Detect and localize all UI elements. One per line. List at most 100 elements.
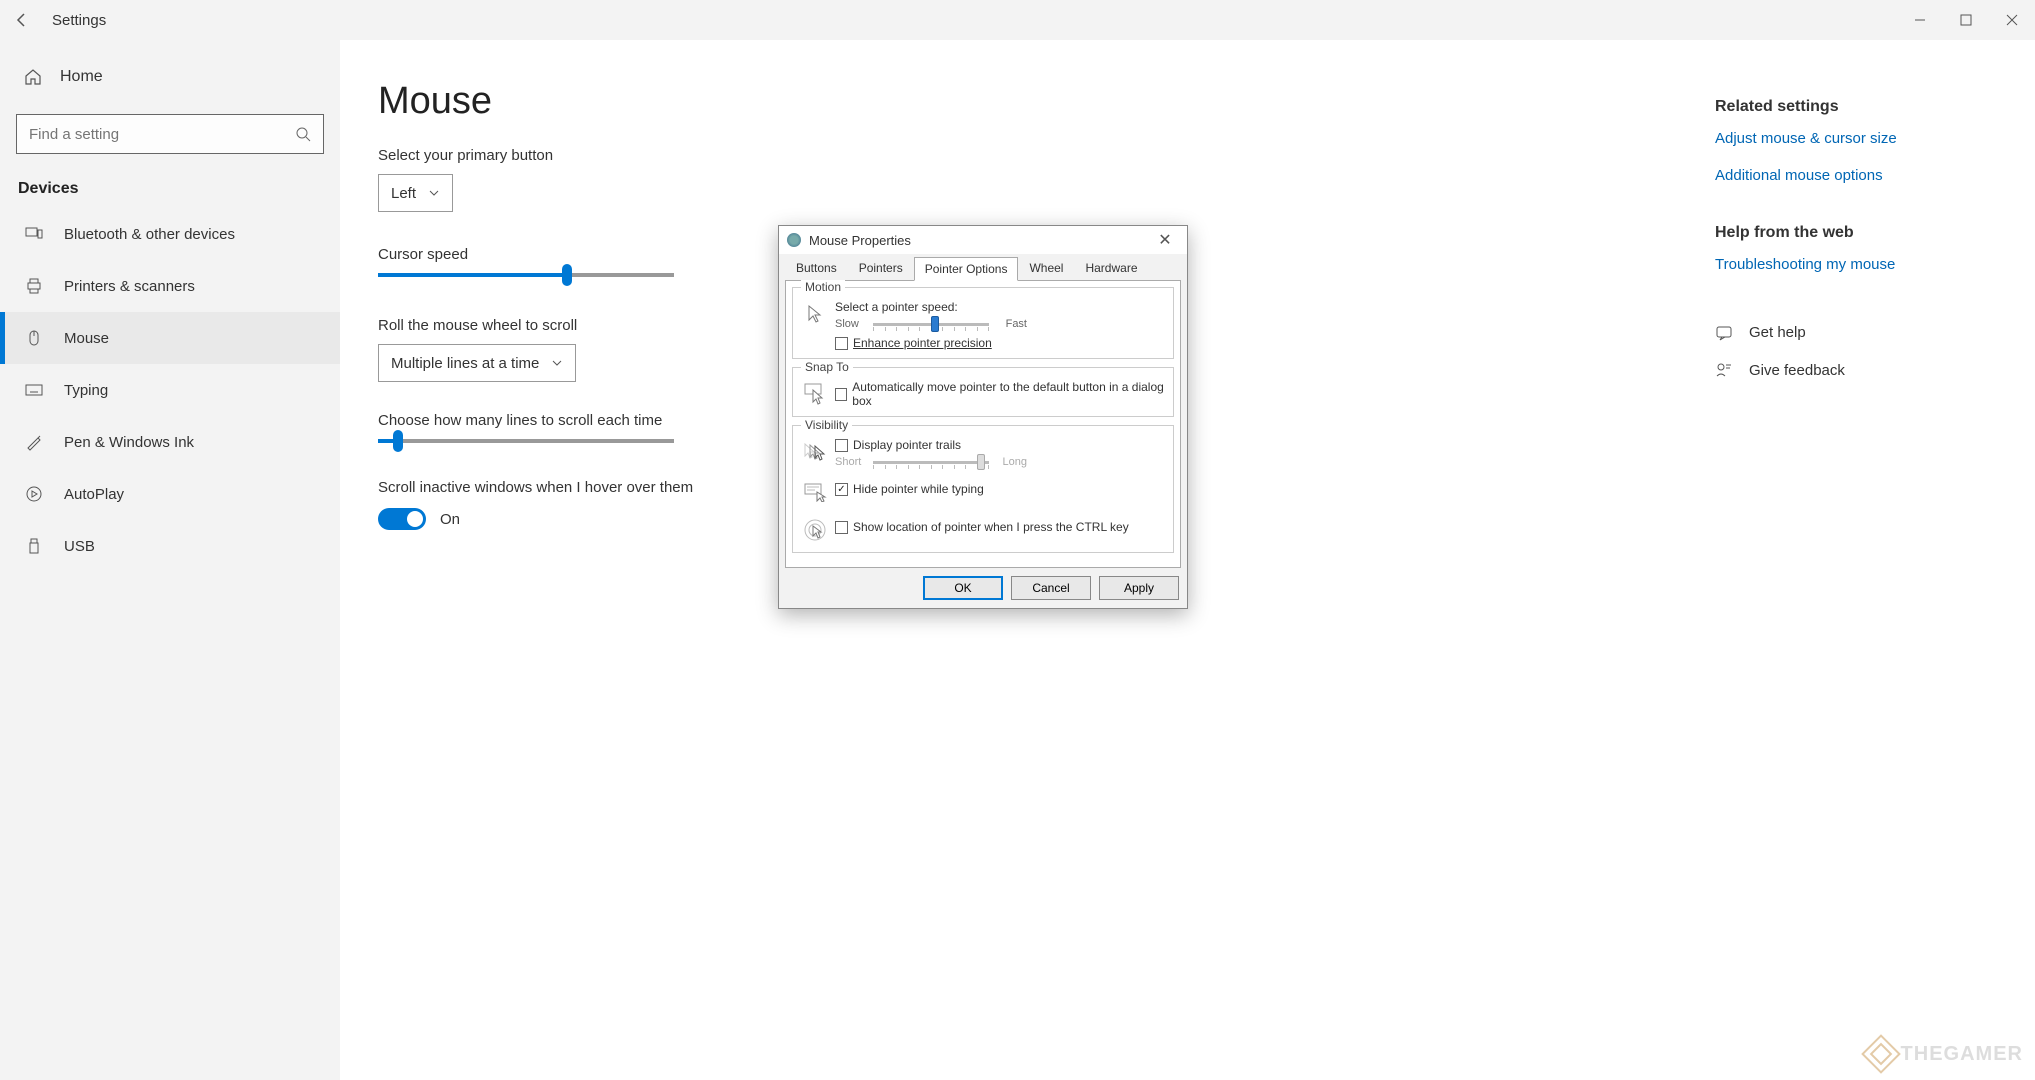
home-icon xyxy=(24,68,42,86)
sidebar-home[interactable]: Home xyxy=(0,50,340,104)
ctrl-location-label: Show location of pointer when I press th… xyxy=(853,520,1129,534)
inactive-windows-state: On xyxy=(440,511,460,528)
enhance-precision-label: Enhance pointer precision xyxy=(853,336,992,350)
window-title: Settings xyxy=(52,12,106,29)
watermark-text: THEGAMER xyxy=(1901,1043,2023,1066)
feedback-icon xyxy=(1715,361,1733,379)
pointer-speed-slider[interactable] xyxy=(873,323,989,326)
visibility-fieldset: Visibility Display pointer trails Short xyxy=(792,425,1174,553)
fast-label: Fast xyxy=(995,318,1027,330)
adjust-mouse-size-link[interactable]: Adjust mouse & cursor size xyxy=(1715,130,1995,147)
give-feedback-link[interactable]: Give feedback xyxy=(1715,361,1995,379)
primary-button-value: Left xyxy=(391,185,416,202)
mouse-properties-dialog: Mouse Properties ✕ Buttons Pointers Poin… xyxy=(778,225,1188,609)
short-label: Short xyxy=(835,456,867,468)
sidebar-item-label: Mouse xyxy=(64,330,109,347)
sidebar-item-autoplay[interactable]: AutoPlay xyxy=(0,468,340,520)
tab-pointers[interactable]: Pointers xyxy=(848,256,914,280)
ctrl-location-icon xyxy=(801,516,829,544)
pointer-trails-slider xyxy=(873,461,989,464)
enhance-precision-checkbox[interactable] xyxy=(835,337,848,350)
related-settings-header: Related settings xyxy=(1715,98,1995,116)
cursor-arrow-icon xyxy=(801,300,829,328)
devices-icon xyxy=(24,224,44,244)
lines-scroll-slider[interactable] xyxy=(378,439,674,443)
additional-mouse-options-link[interactable]: Additional mouse options xyxy=(1715,167,1995,184)
inactive-windows-toggle[interactable] xyxy=(378,508,426,530)
page-title: Mouse xyxy=(378,80,1715,123)
hide-pointer-icon xyxy=(801,478,829,506)
pointer-trails-icon xyxy=(801,438,829,466)
tab-pointer-options[interactable]: Pointer Options xyxy=(914,257,1019,281)
sidebar-item-typing[interactable]: Typing xyxy=(0,364,340,416)
tab-hardware[interactable]: Hardware xyxy=(1074,256,1148,280)
cursor-speed-slider[interactable] xyxy=(378,273,674,277)
tab-buttons[interactable]: Buttons xyxy=(785,256,848,280)
hide-pointer-label: Hide pointer while typing xyxy=(853,482,984,496)
sidebar-item-label: Printers & scanners xyxy=(64,278,195,295)
apply-button[interactable]: Apply xyxy=(1099,576,1179,600)
snapto-checkbox[interactable] xyxy=(835,388,847,401)
snapto-legend: Snap To xyxy=(801,360,853,374)
sidebar-item-label: Pen & Windows Ink xyxy=(64,434,194,451)
search-input[interactable] xyxy=(29,126,295,143)
watermark: THEGAMER xyxy=(1867,1040,2023,1068)
motion-legend: Motion xyxy=(801,280,845,294)
primary-button-label: Select your primary button xyxy=(378,147,1715,164)
printer-icon xyxy=(24,276,44,296)
pointer-trails-checkbox[interactable] xyxy=(835,439,848,452)
sidebar-item-bluetooth[interactable]: Bluetooth & other devices xyxy=(0,208,340,260)
sidebar-item-usb[interactable]: USB xyxy=(0,520,340,572)
get-help-label: Get help xyxy=(1749,324,1806,341)
sidebar-item-mouse[interactable]: Mouse xyxy=(0,312,340,364)
sidebar-item-printers[interactable]: Printers & scanners xyxy=(0,260,340,312)
mouse-icon xyxy=(24,328,44,348)
dialog-title: Mouse Properties xyxy=(809,233,911,248)
primary-button-dropdown[interactable]: Left xyxy=(378,174,453,212)
mouse-dialog-icon xyxy=(787,233,801,247)
snapto-fieldset: Snap To Automatically move pointer to th… xyxy=(792,367,1174,417)
close-icon xyxy=(2006,14,2018,26)
maximize-button[interactable] xyxy=(1943,0,1989,40)
pointer-trails-label: Display pointer trails xyxy=(853,438,961,452)
get-help-link[interactable]: Get help xyxy=(1715,323,1995,341)
search-icon xyxy=(295,126,311,142)
tab-wheel[interactable]: Wheel xyxy=(1018,256,1074,280)
arrow-left-icon xyxy=(14,12,30,28)
back-button[interactable] xyxy=(0,0,44,40)
troubleshooting-link[interactable]: Troubleshooting my mouse xyxy=(1715,256,1995,273)
snapto-icon xyxy=(801,380,829,408)
help-icon xyxy=(1715,323,1733,341)
sidebar-item-label: Typing xyxy=(64,382,108,399)
minimize-button[interactable] xyxy=(1897,0,1943,40)
chevron-down-icon xyxy=(428,187,440,199)
wheel-scroll-value: Multiple lines at a time xyxy=(391,355,539,372)
cancel-button[interactable]: Cancel xyxy=(1011,576,1091,600)
ctrl-location-checkbox[interactable] xyxy=(835,521,848,534)
sidebar-home-label: Home xyxy=(60,68,103,86)
long-label: Long xyxy=(995,456,1027,468)
keyboard-icon xyxy=(24,380,44,400)
dialog-close-button[interactable]: ✕ xyxy=(1151,226,1179,254)
give-feedback-label: Give feedback xyxy=(1749,362,1845,379)
close-button[interactable] xyxy=(1989,0,2035,40)
minimize-icon xyxy=(1914,14,1926,26)
autoplay-icon xyxy=(24,484,44,504)
watermark-icon xyxy=(1861,1034,1901,1074)
sidebar-item-pen[interactable]: Pen & Windows Ink xyxy=(0,416,340,468)
ok-button[interactable]: OK xyxy=(923,576,1003,600)
search-input-container[interactable] xyxy=(16,114,324,154)
visibility-legend: Visibility xyxy=(801,418,852,432)
help-web-header: Help from the web xyxy=(1715,224,1995,242)
sidebar-item-label: AutoPlay xyxy=(64,486,124,503)
hide-pointer-checkbox[interactable] xyxy=(835,483,848,496)
chevron-down-icon xyxy=(551,357,563,369)
slow-label: Slow xyxy=(835,318,867,330)
snapto-label: Automatically move pointer to the defaul… xyxy=(852,380,1165,408)
maximize-icon xyxy=(1960,14,1972,26)
usb-icon xyxy=(24,536,44,556)
pointer-speed-label: Select a pointer speed: xyxy=(835,300,1165,314)
dialog-titlebar[interactable]: Mouse Properties ✕ xyxy=(779,226,1187,254)
wheel-scroll-dropdown[interactable]: Multiple lines at a time xyxy=(378,344,576,382)
sidebar-item-label: Bluetooth & other devices xyxy=(64,226,235,243)
